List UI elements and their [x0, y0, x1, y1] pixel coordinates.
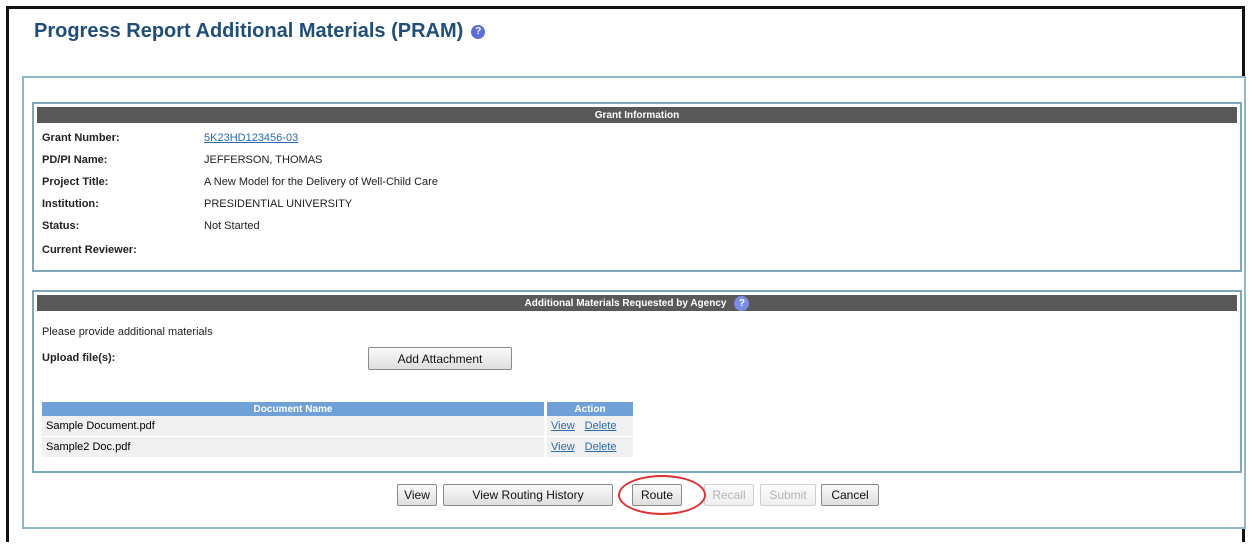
view-button[interactable]: View — [397, 484, 437, 506]
page-title: Progress Report Additional Materials (PR… — [34, 20, 486, 43]
question-circle-icon[interactable]: ? — [471, 24, 486, 39]
cancel-button[interactable]: Cancel — [821, 484, 879, 506]
action-cell: View Delete — [544, 416, 633, 437]
grant-information-section: Grant Information Grant Number: 5K23HD12… — [32, 102, 1242, 272]
question-circle-icon[interactable]: ? — [734, 295, 750, 311]
delete-link[interactable]: Delete — [585, 420, 617, 432]
pdpi-name-value: JEFFERSON, THOMAS — [204, 154, 323, 166]
column-header-document-name: Document Name — [42, 402, 546, 416]
recall-button[interactable]: Recall — [704, 484, 754, 506]
status-value: Not Started — [204, 220, 260, 232]
view-routing-history-button[interactable]: View Routing History — [443, 484, 613, 506]
section-title: Additional Materials Requested by Agency — [524, 297, 727, 309]
page-title-text: Progress Report Additional Materials (PR… — [34, 20, 464, 42]
view-link[interactable]: View — [551, 420, 575, 432]
pdpi-name-label: PD/PI Name: — [42, 154, 108, 166]
delete-link[interactable]: Delete — [585, 441, 617, 453]
table-row: Sample2 Doc.pdf View Delete — [42, 436, 633, 458]
table-header-row: Document Name Action — [42, 402, 633, 416]
action-cell: View Delete — [544, 436, 633, 458]
column-header-action: Action — [544, 402, 633, 416]
document-name-cell: Sample Document.pdf — [42, 416, 546, 437]
section-header: Additional Materials Requested by Agency… — [37, 295, 1237, 311]
instruction-text: Please provide additional materials — [42, 326, 213, 338]
section-header: Grant Information — [37, 107, 1237, 123]
view-link[interactable]: View — [551, 441, 575, 453]
current-reviewer-label: Current Reviewer: — [42, 244, 137, 256]
institution-value: PRESIDENTIAL UNIVERSITY — [204, 198, 353, 210]
upload-label: Upload file(s): — [42, 352, 116, 364]
status-label: Status: — [42, 220, 80, 232]
route-highlight-circle — [618, 475, 706, 515]
project-title-value: A New Model for the Delivery of Well-Chi… — [204, 176, 438, 188]
documents-table: Document Name Action Sample Document.pdf… — [42, 402, 633, 458]
document-name-cell: Sample2 Doc.pdf — [42, 436, 546, 458]
add-attachment-button[interactable]: Add Attachment — [368, 347, 512, 370]
institution-label: Institution: — [42, 198, 99, 210]
grant-number-link[interactable]: 5K23HD123456-03 — [204, 132, 298, 144]
submit-button[interactable]: Submit — [760, 484, 816, 506]
table-row: Sample Document.pdf View Delete — [42, 416, 633, 437]
grant-number-label: Grant Number: — [42, 132, 120, 144]
section-title: Grant Information — [594, 109, 680, 121]
project-title-label: Project Title: — [42, 176, 109, 188]
